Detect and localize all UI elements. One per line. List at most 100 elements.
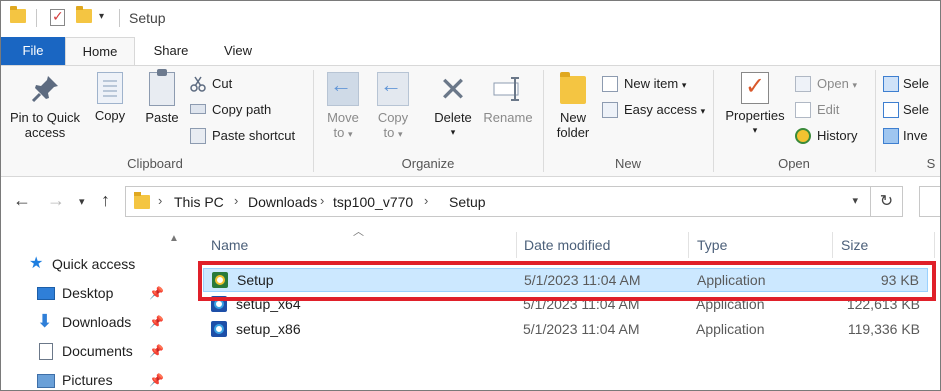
select-all-icon (883, 75, 899, 92)
customize-qat-icon[interactable]: ▾ (99, 11, 104, 22)
column-divider[interactable] (516, 232, 517, 258)
pin-icon[interactable]: 📌 (149, 280, 164, 306)
column-divider[interactable] (688, 232, 689, 258)
breadcrumb-downloads[interactable]: Downloads (248, 194, 317, 210)
rename-button[interactable]: Rename (479, 72, 537, 125)
pin-icon[interactable]: 📌 (149, 338, 164, 364)
chevron-down-icon: ▾ (752, 125, 758, 135)
copy-button[interactable]: Copy (90, 72, 130, 123)
folder-icon (560, 72, 586, 104)
paste-shortcut-button[interactable]: Paste shortcut (190, 126, 295, 148)
column-header-type[interactable]: Type (697, 232, 727, 258)
desktop-icon (37, 287, 55, 300)
chevron-down-icon: ▾ (347, 129, 353, 139)
table-row[interactable]: setup_x86 5/1/2023 11:04 AM Application … (203, 318, 928, 342)
history-button[interactable]: History (795, 126, 857, 148)
history-icon (795, 127, 811, 144)
select-none-button[interactable]: Sele (883, 100, 929, 122)
paste-button[interactable]: Paste (140, 69, 184, 125)
column-header-date-modified[interactable]: Date modified (524, 232, 610, 258)
column-divider[interactable] (832, 232, 833, 258)
select-all-button[interactable]: Sele (883, 74, 929, 96)
edit-label: Edit (817, 102, 840, 117)
file-size: 93 KB (880, 272, 919, 288)
copy-path-button[interactable]: Copy path (190, 100, 271, 122)
back-arrow-icon[interactable]: ← (13, 190, 31, 211)
address-bar[interactable]: › This PC › Downloads › tsp100_v770 › Se… (125, 186, 871, 217)
folder-icon[interactable] (10, 6, 26, 23)
new-item-button[interactable]: New item ▾ (602, 74, 686, 96)
sidebar-item-label: Quick access (52, 256, 136, 272)
delete-x-icon: ✕ (438, 71, 468, 109)
properties-label: Properties (725, 108, 785, 123)
sidebar-item-quick-access[interactable]: ★ Quick access (1, 251, 181, 277)
group-label-select: S (926, 156, 936, 171)
sidebar-item-label: Documents (62, 343, 133, 359)
sidebar-item-downloads[interactable]: ⬇ Downloads 📌 (1, 309, 171, 335)
invert-selection-label: Inve (903, 128, 928, 143)
tab-file[interactable]: File (1, 37, 65, 65)
invert-selection-button[interactable]: Inve (883, 126, 928, 148)
paste-shortcut-icon (190, 127, 206, 144)
tab-home[interactable]: Home (65, 37, 135, 66)
sidebar-item-documents[interactable]: Documents 📌 (1, 338, 171, 364)
table-row[interactable]: Setup 5/1/2023 11:04 AM Application 93 K… (203, 268, 928, 292)
pin-icon[interactable]: 📌 (149, 367, 164, 390)
new-folder-icon[interactable] (76, 6, 92, 23)
table-row[interactable]: setup_x64 5/1/2023 11:04 AM Application … (203, 293, 928, 317)
scroll-up-icon[interactable]: ▲ (169, 233, 179, 244)
document-icon (39, 343, 53, 360)
edit-button[interactable]: Edit (795, 100, 839, 122)
delete-button[interactable]: ✕ Delete ▾ (429, 72, 477, 140)
copy-to-button[interactable]: Copy to ▾ (371, 72, 415, 142)
pin-to-quick-access-button[interactable]: Pin to Quick access (5, 72, 85, 140)
sidebar-item-label: Desktop (62, 285, 114, 301)
navigation-bar: ← → ▾ ↑ › This PC › Downloads › tsp100_v… (1, 178, 940, 224)
breadcrumb-this-pc[interactable]: This PC (174, 194, 224, 210)
chevron-right-icon[interactable]: › (320, 193, 324, 208)
cut-button[interactable]: Cut (190, 74, 232, 96)
tab-view[interactable]: View (209, 37, 267, 65)
column-header-name[interactable]: Name (211, 232, 248, 258)
search-input[interactable] (919, 186, 940, 217)
delete-label: Delete (434, 110, 472, 125)
folder-icon (134, 192, 150, 209)
sidebar-item-pictures[interactable]: Pictures 📌 (1, 367, 171, 390)
up-arrow-icon[interactable]: ↑ (101, 190, 110, 211)
chevron-right-icon[interactable]: › (424, 193, 428, 208)
properties-icon (741, 72, 769, 104)
paste-label: Paste (145, 110, 179, 125)
copy-to-icon (377, 72, 409, 106)
recent-locations-chevron-icon[interactable]: ▾ (79, 195, 85, 208)
chevron-right-icon[interactable]: › (234, 193, 238, 208)
pin-icon[interactable]: 📌 (149, 309, 164, 335)
chevron-down-icon: ▾ (681, 80, 687, 90)
paste-shortcut-label: Paste shortcut (212, 128, 296, 143)
copy-to-label-line2: to (383, 125, 395, 140)
breadcrumb-setup[interactable]: Setup (449, 194, 486, 210)
refresh-icon[interactable]: ↻ (871, 186, 903, 217)
properties-button[interactable]: Properties ▾ (721, 72, 789, 138)
ribbon-tabs: File Home Share View (1, 37, 940, 66)
sidebar-item-desktop[interactable]: Desktop 📌 (1, 280, 171, 306)
move-to-button[interactable]: Move to ▾ (321, 72, 365, 142)
properties-icon[interactable] (50, 8, 65, 26)
group-label-organize: Organize (401, 156, 455, 171)
open-icon (795, 75, 811, 92)
installer-app-icon (211, 321, 227, 337)
easy-access-button[interactable]: Easy access ▾ (602, 100, 705, 122)
new-folder-button[interactable]: New folder (549, 72, 597, 140)
column-header-size[interactable]: Size (841, 232, 868, 258)
column-divider[interactable] (934, 232, 935, 258)
address-history-chevron-icon[interactable]: ▾ (852, 194, 858, 207)
open-button[interactable]: Open ▾ (795, 74, 857, 96)
tab-share[interactable]: Share (140, 37, 202, 65)
group-label-new: New (614, 156, 641, 171)
breadcrumb-tsp100[interactable]: tsp100_v770 (333, 194, 413, 210)
open-label: Open (817, 76, 849, 91)
forward-arrow-icon[interactable]: → (47, 190, 65, 211)
file-date: 5/1/2023 11:04 AM (523, 296, 640, 312)
chevron-down-icon: ▾ (700, 106, 706, 116)
navigation-pane: ▲ ★ Quick access Desktop 📌 ⬇ Downloads 📌… (1, 227, 189, 390)
easy-access-label: Easy access (624, 102, 697, 117)
